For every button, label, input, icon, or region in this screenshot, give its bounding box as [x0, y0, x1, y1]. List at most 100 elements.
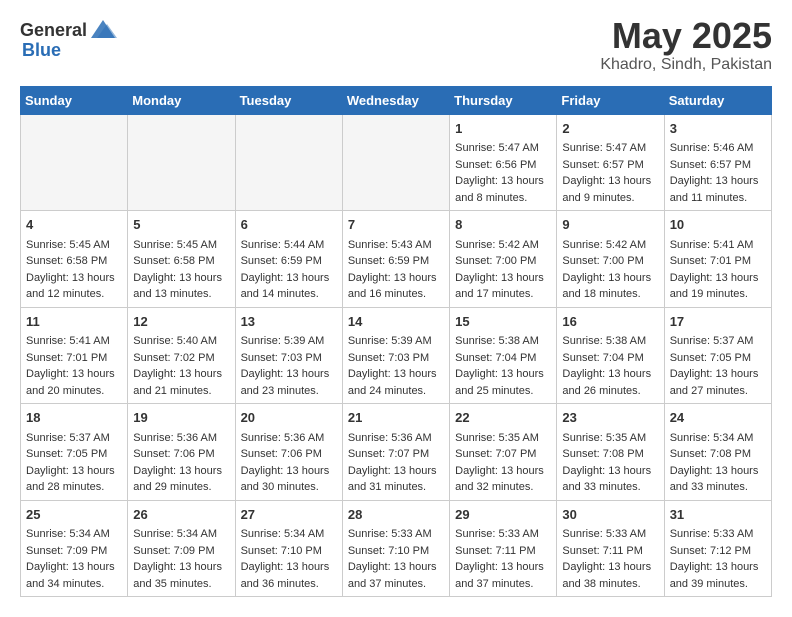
cell-1-1 [21, 114, 128, 211]
cell-4-6: 23Sunrise: 5:35 AMSunset: 7:08 PMDayligh… [557, 404, 664, 501]
day-number: 18 [26, 408, 122, 428]
cell-2-2: 5Sunrise: 5:45 AMSunset: 6:58 PMDaylight… [128, 211, 235, 308]
day-number: 6 [241, 215, 337, 235]
cell-5-5: 29Sunrise: 5:33 AMSunset: 7:11 PMDayligh… [450, 500, 557, 597]
cell-2-5: 8Sunrise: 5:42 AMSunset: 7:00 PMDaylight… [450, 211, 557, 308]
cell-4-3: 20Sunrise: 5:36 AMSunset: 7:06 PMDayligh… [235, 404, 342, 501]
cell-3-3: 13Sunrise: 5:39 AMSunset: 7:03 PMDayligh… [235, 307, 342, 404]
cell-3-1: 11Sunrise: 5:41 AMSunset: 7:01 PMDayligh… [21, 307, 128, 404]
cell-2-4: 7Sunrise: 5:43 AMSunset: 6:59 PMDaylight… [342, 211, 449, 308]
cell-info: Sunrise: 5:36 AMSunset: 7:06 PMDaylight:… [133, 430, 229, 496]
month-title: May 2025 [600, 16, 772, 56]
day-number: 5 [133, 215, 229, 235]
cell-info: Sunrise: 5:44 AMSunset: 6:59 PMDaylight:… [241, 237, 337, 303]
cell-info: Sunrise: 5:47 AMSunset: 6:57 PMDaylight:… [562, 140, 658, 206]
day-number: 25 [26, 505, 122, 525]
day-number: 12 [133, 312, 229, 332]
cell-2-1: 4Sunrise: 5:45 AMSunset: 6:58 PMDaylight… [21, 211, 128, 308]
col-sunday: Sunday [21, 86, 128, 114]
day-number: 26 [133, 505, 229, 525]
cell-info: Sunrise: 5:45 AMSunset: 6:58 PMDaylight:… [133, 237, 229, 303]
cell-info: Sunrise: 5:39 AMSunset: 7:03 PMDaylight:… [348, 333, 444, 399]
day-number: 28 [348, 505, 444, 525]
day-number: 29 [455, 505, 551, 525]
cell-info: Sunrise: 5:37 AMSunset: 7:05 PMDaylight:… [26, 430, 122, 496]
header-row: Sunday Monday Tuesday Wednesday Thursday… [21, 86, 772, 114]
col-friday: Friday [557, 86, 664, 114]
calendar-table: Sunday Monday Tuesday Wednesday Thursday… [20, 86, 772, 598]
day-number: 14 [348, 312, 444, 332]
cell-info: Sunrise: 5:34 AMSunset: 7:09 PMDaylight:… [26, 526, 122, 592]
cell-4-7: 24Sunrise: 5:34 AMSunset: 7:08 PMDayligh… [664, 404, 771, 501]
cell-4-2: 19Sunrise: 5:36 AMSunset: 7:06 PMDayligh… [128, 404, 235, 501]
week-row-2: 4 Sunrise: 5:45 AMSunset: 6:58 PMDaylight… [21, 211, 772, 308]
day-number: 7 [348, 215, 444, 235]
cell-info: Sunrise: 5:35 AMSunset: 7:08 PMDaylight:… [562, 430, 658, 496]
logo-blue-text: Blue [22, 40, 61, 61]
week-row-5: 25Sunrise: 5:34 AMSunset: 7:09 PMDayligh… [21, 500, 772, 597]
cell-info: Sunrise: 5:38 AMSunset: 7:04 PMDaylight:… [562, 333, 658, 399]
day-number: 8 [455, 215, 551, 235]
day-number: 3 [670, 119, 766, 139]
day-number: 17 [670, 312, 766, 332]
cell-4-5: 22Sunrise: 5:35 AMSunset: 7:07 PMDayligh… [450, 404, 557, 501]
cell-info: Sunrise: 5:46 AMSunset: 6:57 PMDaylight:… [670, 140, 766, 206]
cell-info: Sunrise: 5:40 AMSunset: 7:02 PMDaylight:… [133, 333, 229, 399]
cell-info: Sunrise: 5:43 AMSunset: 6:59 PMDaylight:… [348, 237, 444, 303]
day-number: 24 [670, 408, 766, 428]
cell-2-3: 6Sunrise: 5:44 AMSunset: 6:59 PMDaylight… [235, 211, 342, 308]
cell-3-2: 12Sunrise: 5:40 AMSunset: 7:02 PMDayligh… [128, 307, 235, 404]
cell-info: Sunrise: 5:33 AMSunset: 7:11 PMDaylight:… [562, 526, 658, 592]
cell-info: Sunrise: 5:47 AMSunset: 6:56 PMDaylight:… [455, 140, 551, 206]
cell-info: Sunrise: 5:41 AMSunset: 7:01 PMDaylight:… [670, 237, 766, 303]
cell-1-6: 2Sunrise: 5:47 AMSunset: 6:57 PMDaylight… [557, 114, 664, 211]
day-number: 31 [670, 505, 766, 525]
cell-info: Sunrise: 5:39 AMSunset: 7:03 PMDaylight:… [241, 333, 337, 399]
day-number: 27 [241, 505, 337, 525]
day-number: 21 [348, 408, 444, 428]
cell-info: Sunrise: 5:34 AMSunset: 7:10 PMDaylight:… [241, 526, 337, 592]
cell-1-3 [235, 114, 342, 211]
week-row-1: 1Sunrise: 5:47 AMSunset: 6:56 PMDaylight… [21, 114, 772, 211]
cell-info: Sunrise: 5:38 AMSunset: 7:04 PMDaylight:… [455, 333, 551, 399]
cell-3-5: 15Sunrise: 5:38 AMSunset: 7:04 PMDayligh… [450, 307, 557, 404]
cell-5-6: 30Sunrise: 5:33 AMSunset: 7:11 PMDayligh… [557, 500, 664, 597]
page: General Blue May 2025 Khadro, Sindh, Pak… [0, 0, 792, 617]
title-block: May 2025 Khadro, Sindh, Pakistan [600, 16, 772, 74]
day-number: 10 [670, 215, 766, 235]
cell-3-7: 17Sunrise: 5:37 AMSunset: 7:05 PMDayligh… [664, 307, 771, 404]
col-wednesday: Wednesday [342, 86, 449, 114]
logo-icon [89, 16, 117, 44]
cell-5-2: 26Sunrise: 5:34 AMSunset: 7:09 PMDayligh… [128, 500, 235, 597]
cell-3-6: 16Sunrise: 5:38 AMSunset: 7:04 PMDayligh… [557, 307, 664, 404]
day-number: 1 [455, 119, 551, 139]
logo-general-text: General [20, 20, 87, 41]
week-row-3: 11Sunrise: 5:41 AMSunset: 7:01 PMDayligh… [21, 307, 772, 404]
logo: General Blue [20, 16, 117, 61]
cell-info: Sunrise: 5:42 AMSunset: 7:00 PMDaylight:… [562, 237, 658, 303]
cell-info: Sunrise: 5:33 AMSunset: 7:10 PMDaylight:… [348, 526, 444, 592]
cell-5-4: 28Sunrise: 5:33 AMSunset: 7:10 PMDayligh… [342, 500, 449, 597]
cell-info: Sunrise: 5:33 AMSunset: 7:12 PMDaylight:… [670, 526, 766, 592]
cell-info: Sunrise: 5:42 AMSunset: 7:00 PMDaylight:… [455, 237, 551, 303]
cell-5-1: 25Sunrise: 5:34 AMSunset: 7:09 PMDayligh… [21, 500, 128, 597]
day-number: 11 [26, 312, 122, 332]
cell-2-6: 9Sunrise: 5:42 AMSunset: 7:00 PMDaylight… [557, 211, 664, 308]
day-number: 4 [26, 215, 122, 235]
cell-info: Sunrise: 5:34 AMSunset: 7:08 PMDaylight:… [670, 430, 766, 496]
day-number: 22 [455, 408, 551, 428]
col-thursday: Thursday [450, 86, 557, 114]
col-monday: Monday [128, 86, 235, 114]
cell-1-7: 3Sunrise: 5:46 AMSunset: 6:57 PMDaylight… [664, 114, 771, 211]
cell-info: Sunrise: 5:34 AMSunset: 7:09 PMDaylight:… [133, 526, 229, 592]
cell-1-4 [342, 114, 449, 211]
cell-info: Sunrise: 5:41 AMSunset: 7:01 PMDaylight:… [26, 333, 122, 399]
col-tuesday: Tuesday [235, 86, 342, 114]
cell-info: Sunrise: 5:33 AMSunset: 7:11 PMDaylight:… [455, 526, 551, 592]
day-number: 15 [455, 312, 551, 332]
col-saturday: Saturday [664, 86, 771, 114]
week-row-4: 18Sunrise: 5:37 AMSunset: 7:05 PMDayligh… [21, 404, 772, 501]
location: Khadro, Sindh, Pakistan [600, 56, 772, 74]
day-number: 13 [241, 312, 337, 332]
cell-4-4: 21Sunrise: 5:36 AMSunset: 7:07 PMDayligh… [342, 404, 449, 501]
